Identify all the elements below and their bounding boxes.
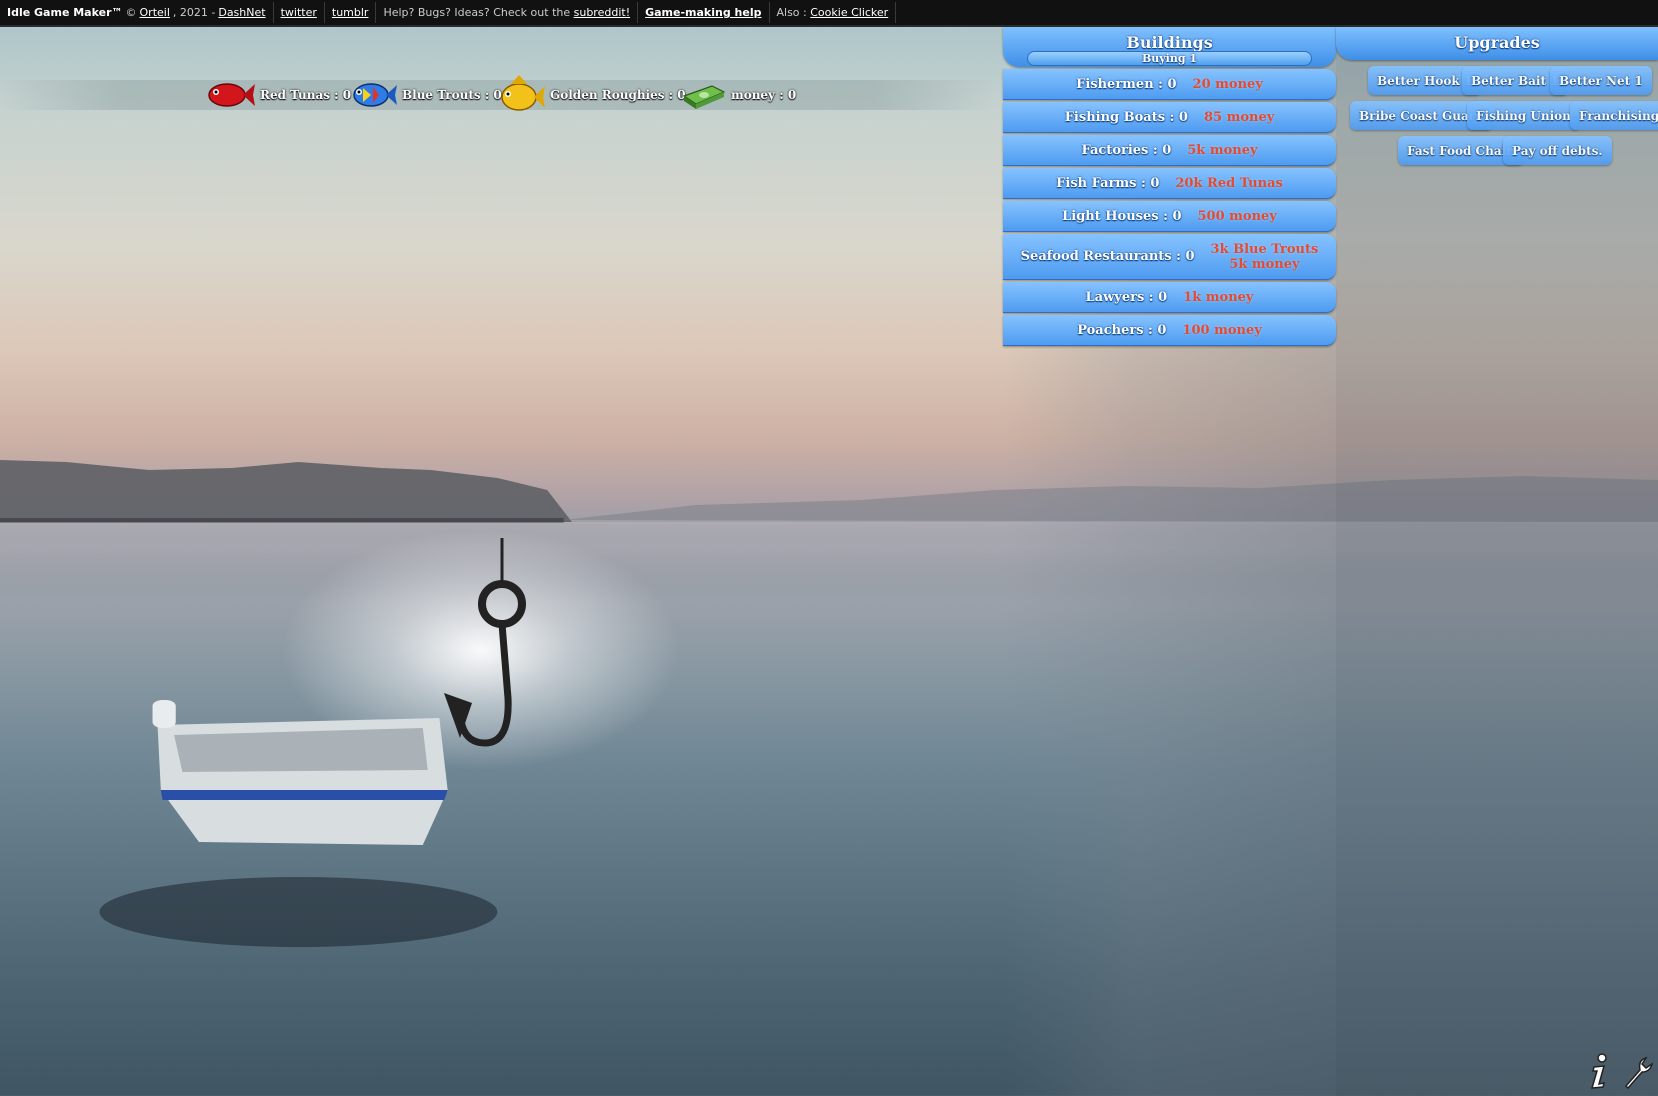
building-poachers[interactable]: Poachers : 0 100 money — [1003, 315, 1336, 346]
buying-amount-toggle[interactable]: Buying 1 — [1027, 51, 1312, 66]
money-icon — [682, 85, 726, 109]
building-cost: 100 money — [1182, 322, 1262, 338]
tumblr-seg: tumblr — [325, 2, 377, 23]
golden-fish-icon — [501, 75, 545, 111]
twitter-link[interactable]: twitter — [281, 6, 317, 19]
upgrades-header: Upgrades — [1336, 27, 1658, 60]
building-cost: 20 money — [1192, 76, 1263, 92]
also-text: Also : — [776, 6, 807, 19]
resource-money: money : 0 — [682, 74, 796, 116]
building-fishing-boats[interactable]: Fishing Boats : 0 85 money — [1003, 102, 1336, 133]
building-fishermen[interactable]: Fishermen : 0 20 money — [1003, 69, 1336, 100]
upgrades-title: Upgrades — [1454, 33, 1540, 52]
resource-red-tunas: Red Tunas : 0 — [205, 74, 351, 116]
top-bar: Idle Game Maker™ © Orteil , 2021 - DashN… — [0, 0, 1658, 27]
fishing-hook[interactable] — [440, 538, 530, 758]
settings-wrench-icon[interactable] — [1620, 1052, 1654, 1090]
help-text: Help? Bugs? Ideas? Check out the — [383, 6, 571, 19]
cookie-clicker-link[interactable]: Cookie Clicker — [810, 6, 888, 19]
blue-trouts-count: Blue Trouts : 0 — [402, 88, 502, 102]
building-lawyers[interactable]: Lawyers : 0 1k money — [1003, 282, 1336, 313]
building-cost-line1: 3k Blue Trouts — [1210, 241, 1319, 257]
building-cost: 500 money — [1197, 208, 1277, 224]
game-making-help-link[interactable]: Game-making help — [645, 6, 761, 19]
upgrade-pay-off-debts[interactable]: Pay off debts. — [1503, 136, 1612, 165]
upgrade-better-net-1[interactable]: Better Net 1 — [1550, 66, 1652, 95]
upgrades-panel: Upgrades Better Hook 1 Better Bait 1 Bet… — [1336, 27, 1658, 1096]
resource-blue-trouts: Blue Trouts : 0 — [349, 74, 502, 116]
resource-bar: Red Tunas : 0 Blue Trouts : 0 Golden Rou… — [0, 75, 995, 111]
resource-golden-roughies: Golden Roughies : 0 — [497, 74, 686, 116]
red-tunas-count: Red Tunas : 0 — [260, 88, 352, 102]
building-seafood-restaurants[interactable]: Seafood Restaurants : 0 3k Blue Trouts 5… — [1003, 234, 1336, 280]
building-factories[interactable]: Factories : 0 5k money — [1003, 135, 1336, 166]
building-name: Factories : 0 — [1081, 142, 1172, 158]
tumblr-link[interactable]: tumblr — [332, 6, 369, 19]
game-help-seg: Game-making help — [638, 2, 770, 23]
buildings-panel: Buildings Buying 1 Fishermen : 0 20 mone… — [1003, 27, 1336, 1096]
building-name: Light Houses : 0 — [1062, 208, 1182, 224]
building-name: Fishing Boats : 0 — [1064, 109, 1188, 125]
building-name: Fishermen : 0 — [1076, 76, 1177, 92]
credits: Idle Game Maker™ © Orteil , 2021 - DashN… — [4, 2, 274, 23]
golden-roughies-count: Golden Roughies : 0 — [550, 88, 686, 102]
upgrade-franchising[interactable]: Franchising — [1570, 101, 1658, 130]
building-cost: 20k Red Tunas — [1175, 175, 1283, 191]
boat-image — [99, 700, 498, 947]
author-link[interactable]: Orteil — [140, 6, 170, 19]
building-cost: 5k money — [1187, 142, 1258, 158]
money-count: money : 0 — [731, 88, 797, 102]
twitter-seg: twitter — [274, 2, 325, 23]
building-cost: 3k Blue Trouts 5k money — [1211, 242, 1319, 272]
building-cost-line2: 5k money — [1229, 256, 1300, 272]
buildings-title: Buildings — [1126, 33, 1213, 52]
help-seg: Help? Bugs? Ideas? Check out the subredd… — [376, 2, 639, 23]
dashnet-link[interactable]: DashNet — [218, 6, 265, 19]
also-seg: Also : Cookie Clicker — [770, 2, 897, 23]
building-cost: 85 money — [1203, 109, 1275, 125]
blue-fish-icon — [353, 83, 397, 107]
info-icon[interactable] — [1582, 1052, 1616, 1090]
upgrade-fishing-union[interactable]: Fishing Union — [1467, 101, 1580, 130]
red-fish-icon — [208, 83, 255, 107]
building-light-houses[interactable]: Light Houses : 0 500 money — [1003, 201, 1336, 232]
building-cost: 1k money — [1183, 289, 1254, 305]
building-name: Seafood Restaurants : 0 — [1020, 249, 1195, 264]
building-name: Fish Farms : 0 — [1056, 175, 1160, 191]
building-name: Poachers : 0 — [1077, 322, 1167, 338]
building-fish-farms[interactable]: Fish Farms : 0 20k Red Tunas — [1003, 168, 1336, 199]
buildings-header: Buildings Buying 1 — [1003, 27, 1336, 67]
copyright-symbol: © — [125, 6, 137, 19]
year-text: , 2021 - — [172, 6, 216, 19]
building-name: Lawyers : 0 — [1085, 289, 1168, 305]
subreddit-link[interactable]: subreddit! — [574, 6, 630, 19]
hills-left — [0, 460, 573, 522]
brand-name: Idle Game Maker™ — [7, 6, 123, 19]
